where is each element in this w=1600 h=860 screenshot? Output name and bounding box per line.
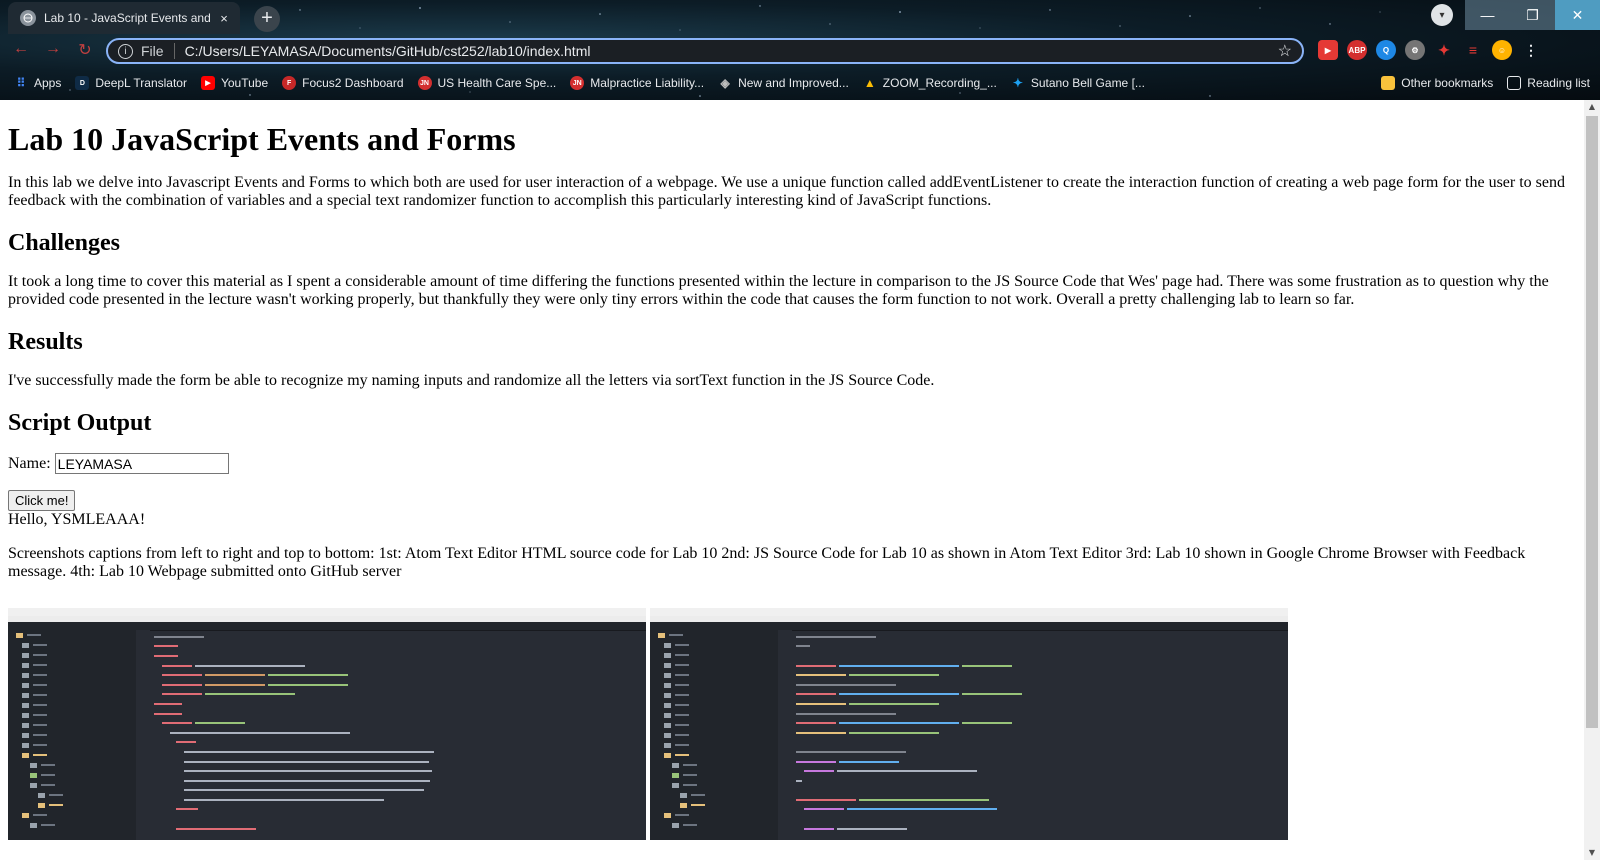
page-content: Lab 10 JavaScript Events and Forms In th… <box>8 100 1576 581</box>
other-bookmarks[interactable]: Other bookmarks <box>1381 76 1493 90</box>
intro-paragraph: In this lab we delve into Javascript Eve… <box>8 174 1565 209</box>
bookmarks-bar-right: Other bookmarks Reading list <box>1381 72 1590 94</box>
url-scheme-label: File <box>141 43 164 59</box>
twitter-icon: ✦ <box>1012 76 1023 90</box>
screenshot-line-gutter <box>136 630 150 840</box>
bookmark-label: Malpractice Liability... <box>590 76 705 90</box>
kebab-menu-icon[interactable]: ⋮ <box>1521 40 1541 60</box>
new-tab-button[interactable]: + <box>254 6 280 32</box>
folder-icon <box>1381 76 1396 90</box>
scroll-down-arrow-icon[interactable]: ▼ <box>1584 846 1600 860</box>
scroll-up-arrow-icon[interactable]: ▲ <box>1584 100 1600 114</box>
name-form-row: Name: <box>8 453 1576 474</box>
avatar[interactable]: ☺ <box>1492 40 1512 60</box>
extension-red-icon[interactable]: ▶ <box>1318 40 1338 60</box>
bookmark-label: US Health Care Spe... <box>437 76 557 90</box>
browser-chrome: Lab 10 - JavaScript Events and F × + ▾ —… <box>0 0 1600 100</box>
captions-paragraph: Screenshots captions from left to right … <box>8 545 1526 580</box>
challenges-paragraph: It took a long time to cover this materi… <box>8 273 1549 308</box>
bookmark-sutano-bell[interactable]: ✦ Sutano Bell Game [... <box>1011 76 1145 90</box>
jn-icon: JN <box>417 76 432 90</box>
name-input[interactable] <box>54 453 229 474</box>
page-title: Lab 10 JavaScript Events and Forms <box>8 121 516 157</box>
reading-list[interactable]: Reading list <box>1507 76 1590 90</box>
adblock-plus-icon[interactable]: ABP <box>1347 40 1367 60</box>
results-heading: Results <box>8 329 83 355</box>
screenshot-window-titlebar <box>650 608 1288 616</box>
challenges-heading: Challenges <box>8 230 121 256</box>
bookmark-label: YouTube <box>220 76 269 90</box>
globe-icon <box>20 10 36 26</box>
tab-search-icon[interactable]: ▾ <box>1431 4 1453 26</box>
screenshot-code-area <box>154 632 446 833</box>
bookmark-label: Focus2 Dashboard <box>302 76 404 90</box>
reading-list-label: Reading list <box>1527 76 1590 90</box>
click-me-button[interactable]: Click me! <box>8 490 76 511</box>
script-output-text: Hello, YSMLEAAA! <box>8 511 146 528</box>
diamond-icon: ◈ <box>720 76 730 90</box>
bookmark-youtube[interactable]: ▶ YouTube <box>200 76 269 90</box>
screenshot-file-tree <box>8 630 137 840</box>
forward-arrow-icon[interactable]: → <box>42 40 64 60</box>
focus2-icon: F <box>282 76 297 90</box>
info-icon[interactable]: i <box>118 43 133 59</box>
bookmark-focus2[interactable]: F Focus2 Dashboard <box>282 76 404 90</box>
puzzle-extension-icon[interactable]: ✦ <box>1434 40 1454 60</box>
window-controls: ▾ — ❐ ✕ <box>1431 0 1600 30</box>
page-scrollbar[interactable]: ▲ ▼ <box>1584 100 1600 860</box>
bookmark-label: New and Improved... <box>738 76 849 90</box>
youtube-icon: ▶ <box>200 76 215 90</box>
bookmark-label: Apps <box>34 76 62 90</box>
apps-grid-icon: ⠿ <box>16 76 26 90</box>
omnibox-divider <box>173 43 175 59</box>
screenshot-code-area <box>796 632 1088 833</box>
tab-title: Lab 10 - JavaScript Events and F <box>44 11 214 25</box>
screenshot-file-tree <box>650 630 779 840</box>
drive-icon: ▲ <box>863 76 876 90</box>
close-window-button[interactable]: ✕ <box>1555 0 1600 30</box>
tab-close-icon[interactable]: × <box>214 11 234 26</box>
other-bookmarks-label: Other bookmarks <box>1401 76 1494 90</box>
bookmark-us-health-care[interactable]: JN US Health Care Spe... <box>417 76 557 90</box>
bookmark-apps[interactable]: ⠿ Apps <box>14 76 62 90</box>
url-text[interactable]: C:/Users/LEYAMASA/Documents/GitHub/cst25… <box>185 43 1278 59</box>
bookmark-deepl[interactable]: D DeepL Translator <box>75 76 187 90</box>
address-bar[interactable]: i File C:/Users/LEYAMASA/Documents/GitHu… <box>106 38 1304 64</box>
results-paragraph: I've successfully made the form be able … <box>8 372 935 389</box>
name-label: Name: <box>8 454 51 472</box>
screenshot-atom-js-source <box>650 608 1288 840</box>
web-page: Lab 10 JavaScript Events and Forms In th… <box>0 100 1584 860</box>
navigation-buttons: ← → ↻ <box>10 40 96 60</box>
reading-list-icon <box>1507 76 1522 90</box>
reload-icon[interactable]: ↻ <box>74 40 96 60</box>
screenshot-window-titlebar <box>8 608 646 616</box>
restore-button[interactable]: ❐ <box>1510 0 1555 30</box>
screenshot-line-gutter <box>778 630 792 840</box>
extension-toolbar: ▶ ABP Q ⚙ ✦ ≡ ☺ ⋮ <box>1318 40 1541 60</box>
extension-blue-icon[interactable]: Q <box>1376 40 1396 60</box>
screenshot-atom-html-source <box>8 608 646 840</box>
bookmarks-bar: ⠿ Apps D DeepL Translator ▶ YouTube F Fo… <box>0 72 1600 94</box>
bookmark-label: DeepL Translator <box>95 76 187 90</box>
browser-tab-active[interactable]: Lab 10 - JavaScript Events and F × <box>8 2 240 34</box>
bookmark-star-icon[interactable]: ☆ <box>1278 41 1292 61</box>
jn-icon: JN <box>570 76 585 90</box>
bookmark-zoom-recording[interactable]: ▲ ZOOM_Recording_... <box>863 76 997 90</box>
bookmark-label: ZOOM_Recording_... <box>882 76 997 90</box>
playlist-icon[interactable]: ≡ <box>1463 40 1483 60</box>
deepl-icon: D <box>75 76 90 90</box>
bookmark-malpractice[interactable]: JN Malpractice Liability... <box>570 76 704 90</box>
bookmark-new-and-improved[interactable]: ◈ New and Improved... <box>718 76 849 90</box>
script-output-heading: Script Output <box>8 410 152 436</box>
back-arrow-icon[interactable]: ← <box>10 40 32 60</box>
gear-icon[interactable]: ⚙ <box>1405 40 1425 60</box>
minimize-button[interactable]: — <box>1465 0 1510 30</box>
scrollbar-thumb[interactable] <box>1586 116 1598 728</box>
bookmark-label: Sutano Bell Game [... <box>1030 76 1145 90</box>
screenshots-row <box>8 608 1288 840</box>
